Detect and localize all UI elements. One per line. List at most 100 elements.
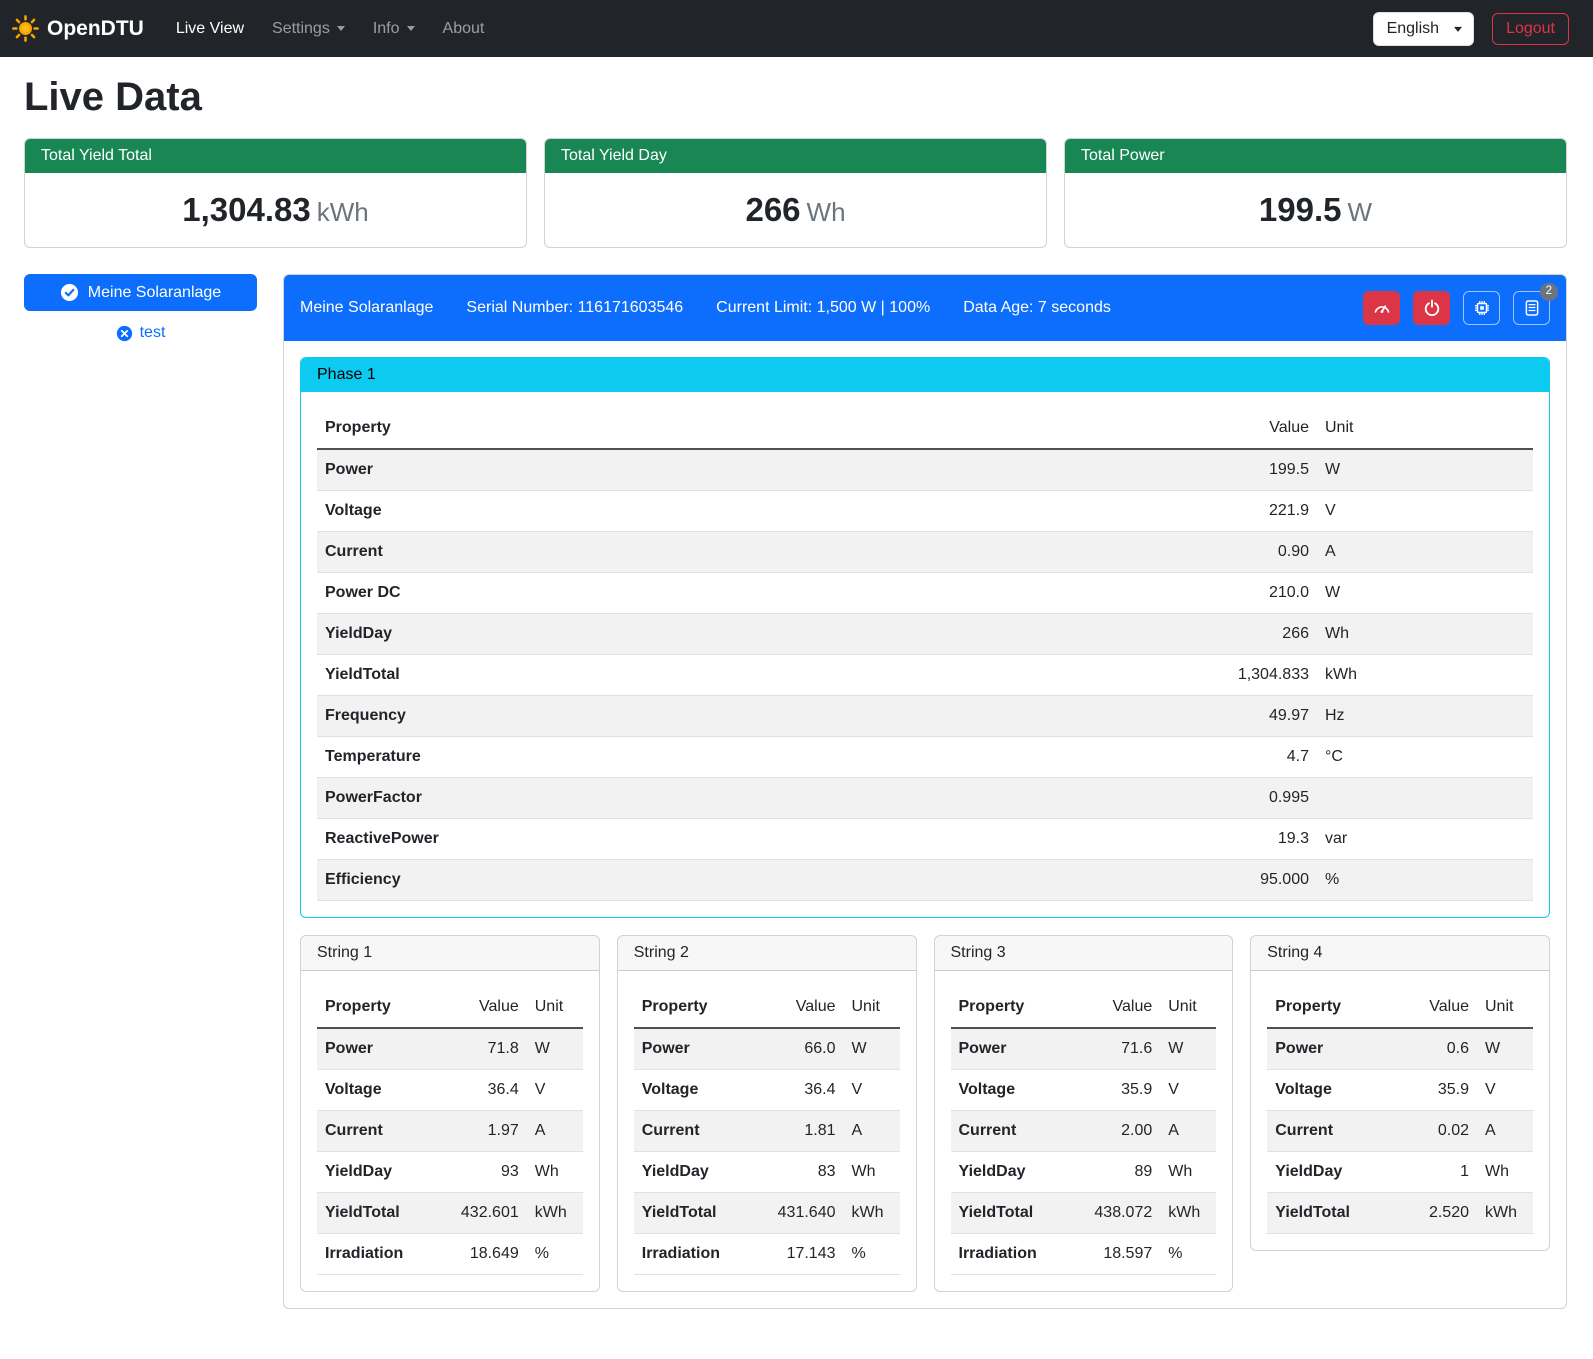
property-name: YieldDay [951,1152,1069,1193]
limit-settings-button[interactable] [1363,291,1400,325]
table-row: YieldDay1Wh [1267,1152,1533,1193]
property-value: 36.4 [435,1070,527,1111]
brand-link[interactable]: OpenDTU [12,15,144,42]
sidebar-item-test[interactable]: test [24,324,257,342]
property-value: 1 [1397,1152,1477,1193]
table-row: Voltage35.9V [1267,1070,1533,1111]
table-row: Current1.97A [317,1111,583,1152]
property-value: 71.6 [1068,1028,1160,1070]
table-row: YieldTotal438.072kWh [951,1193,1217,1234]
table-row: Current0.90A [317,532,1533,573]
gauge-icon [1373,299,1391,317]
property-value: 93 [435,1152,527,1193]
column-unit: Unit [1160,987,1216,1028]
nav-info-dropdown[interactable]: Info [359,12,429,46]
phase-table: Property Value Unit Power199.5WVoltage22… [317,408,1533,901]
property-unit: W [1160,1028,1216,1070]
logout-button[interactable]: Logout [1492,13,1569,45]
summary-unit: W [1348,197,1373,227]
property-unit: W [1317,573,1533,614]
property-value: 266 [915,614,1317,655]
table-row: YieldTotal431.640kWh [634,1193,900,1234]
power-icon [1423,299,1441,317]
column-unit: Unit [527,987,583,1028]
property-name: Voltage [1267,1070,1397,1111]
table-row: Frequency49.97Hz [317,696,1533,737]
property-value: 438.072 [1068,1193,1160,1234]
property-name: PowerFactor [317,778,915,819]
sidebar-item-meine-solaranlage[interactable]: Meine Solaranlage [24,274,257,311]
property-name: Current [317,532,915,573]
summary-card-title: Total Power [1065,139,1566,173]
power-toggle-button[interactable] [1413,291,1450,325]
table-row: Power66.0W [634,1028,900,1070]
property-value: 36.4 [751,1070,843,1111]
property-unit: V [527,1070,583,1111]
nav-about-label: About [443,20,485,38]
property-unit: Wh [1317,614,1533,655]
nav-live-view[interactable]: Live View [162,12,258,46]
property-unit: Wh [844,1152,900,1193]
column-property: Property [951,987,1069,1028]
property-name: YieldTotal [317,1193,435,1234]
property-value: 35.9 [1068,1070,1160,1111]
property-name: Voltage [317,1070,435,1111]
summary-card-title: Total Yield Total [25,139,526,173]
property-value: 83 [751,1152,843,1193]
string-table: Property Value Unit Power66.0WVoltage36.… [634,987,900,1275]
table-head: Property Value Unit [317,987,583,1028]
nav-about[interactable]: About [429,12,499,46]
property-unit: % [1317,860,1533,901]
summary-unit: Wh [807,197,846,227]
property-unit: °C [1317,737,1533,778]
column-value: Value [435,987,527,1028]
string-card-1: String 1 Property Value Unit [300,935,600,1292]
language-select[interactable]: English [1373,12,1474,46]
property-value: 89 [1068,1152,1160,1193]
content-row: Meine Solaranlage test Meine Solaranlage… [24,274,1567,1309]
inverter-data-age: Data Age: 7 seconds [963,299,1111,317]
property-value: 95.000 [915,860,1317,901]
summary-card-body: 1,304.83kWh [25,173,526,247]
table-row: ReactivePower19.3var [317,819,1533,860]
property-name: Irradiation [634,1234,752,1275]
device-info-button[interactable] [1463,291,1500,325]
table-row: Power DC210.0W [317,573,1533,614]
string-card-title: String 1 [301,936,599,971]
sidebar-item-label: Meine Solaranlage [88,284,221,302]
page-title: Live Data [24,75,1567,120]
string-card-body: Property Value Unit Power0.6WVoltage35.9… [1251,971,1549,1250]
property-unit: W [1317,449,1533,491]
property-unit: V [1160,1070,1216,1111]
string-card-body: Property Value Unit Power71.6WVoltage35.… [935,971,1233,1291]
column-unit: Unit [844,987,900,1028]
property-unit: kWh [1477,1193,1533,1234]
phase-panel-body: Property Value Unit Power199.5WVoltage22… [301,392,1549,917]
property-unit: A [1477,1111,1533,1152]
summary-row: Total Yield Total 1,304.83kWh Total Yiel… [24,138,1567,248]
table-head: Property Value Unit [634,987,900,1028]
property-value: 210.0 [915,573,1317,614]
property-unit: var [1317,819,1533,860]
table-row: Power71.8W [317,1028,583,1070]
property-unit: A [1160,1111,1216,1152]
property-name: Power [317,1028,435,1070]
property-name: Irradiation [951,1234,1069,1275]
property-name: YieldDay [1267,1152,1397,1193]
property-unit: kWh [1160,1193,1216,1234]
property-unit: V [1477,1070,1533,1111]
property-unit [1317,778,1533,819]
property-unit: V [844,1070,900,1111]
property-name: Power [317,449,915,491]
property-unit: A [844,1111,900,1152]
property-value: 432.601 [435,1193,527,1234]
event-log-button[interactable]: 2 [1513,291,1550,325]
table-row: Current0.02A [1267,1111,1533,1152]
table-row: YieldDay89Wh [951,1152,1217,1193]
nav-settings-dropdown[interactable]: Settings [258,12,359,46]
property-value: 17.143 [751,1234,843,1275]
table-head: Property Value Unit [1267,987,1533,1028]
property-name: Voltage [317,491,915,532]
property-unit: kWh [1317,655,1533,696]
summary-card-total-yield-total: Total Yield Total 1,304.83kWh [24,138,527,248]
